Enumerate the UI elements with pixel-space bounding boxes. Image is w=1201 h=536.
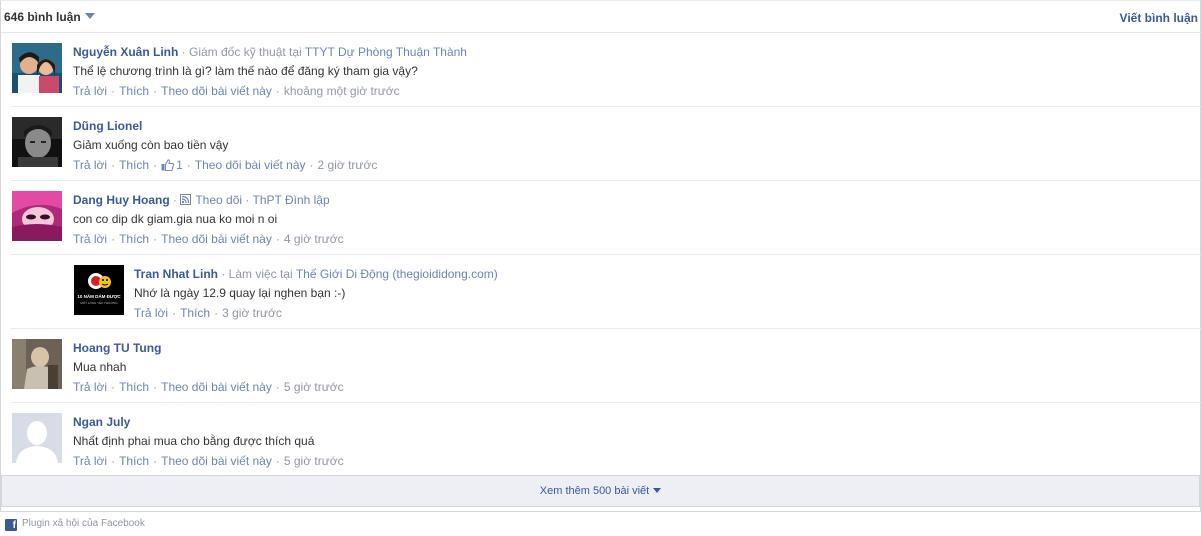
reply-link[interactable]: Trả lời [73, 158, 107, 172]
follow-post-link[interactable]: Theo dõi bài viết này [161, 84, 272, 98]
follow-post-link[interactable]: Theo dõi bài viết này [161, 232, 272, 246]
facebook-icon: f [5, 519, 17, 531]
follow-post-link[interactable]: Theo dõi bài viết này [195, 158, 306, 172]
footer-label[interactable]: Plugin xã hội của Facebook [22, 518, 145, 529]
comment-text: Nhất định phai mua cho bằng được thích q… [73, 434, 315, 448]
comment-actions: Trả lời · Thích · Theo dõi bài viết này · 5 gi… [73, 380, 344, 394]
comment-item: Dũng Lionel Giảm xuống còn bao tiền vậy … [11, 107, 1201, 181]
comment-item: Hoang TU Tung Mua nhah Trả lời · Thích · The… [11, 329, 1201, 403]
follow-post-link[interactable]: Theo dõi bài viết này [161, 380, 272, 394]
author-meta-prefix: · Giám đốc kỹ thuật tại [178, 45, 305, 59]
comment-body: Dang Huy Hoang · Theo dõi · ThPT Đình lậ… [73, 192, 1201, 247]
author-meta-prefix: · Làm việc tại [218, 267, 296, 281]
thumbs-up-icon [161, 159, 175, 171]
avatar[interactable] [12, 413, 62, 463]
like-link[interactable]: Thích [119, 380, 149, 394]
author-name[interactable]: Hoang TU Tung [73, 341, 161, 355]
comment-time[interactable]: 4 giờ trước [284, 232, 344, 246]
comment-item: Nguyễn Xuân Linh · Giám đốc kỹ thuật tại… [11, 33, 1201, 107]
author-name[interactable]: Ngan July [73, 415, 130, 429]
author-workplace-link[interactable]: Thế Giới Di Động (thegioididong.com) [296, 267, 498, 281]
follow-post-link[interactable]: Theo dõi bài viết này [161, 454, 272, 468]
like-count[interactable]: 1 [161, 158, 183, 172]
comment-text: Mua nhah [73, 360, 127, 374]
author-name[interactable]: Tran Nhat Linh [134, 267, 218, 281]
chevron-down-icon [84, 13, 95, 19]
like-link[interactable]: Thích [119, 158, 149, 172]
comment-time[interactable]: 5 giờ trước [284, 454, 344, 468]
comment-text: con co dip dk giam.gia nua ko moi n oi [73, 212, 278, 226]
comment-item: Ngan July Nhất định phai mua cho bằng đư… [11, 403, 1201, 476]
follow-icon [180, 194, 192, 205]
comment-actions: Trả lời · Thích · Theo dõi bài viết này · 5 gi… [73, 454, 344, 468]
author-name[interactable]: Nguyễn Xuân Linh [73, 45, 178, 59]
comments-plugin: 646 bình luận Viết bình luận Nguyễn Xuân… [0, 0, 1201, 512]
author-name[interactable]: Dang Huy Hoang [73, 193, 170, 207]
reply-link[interactable]: Trả lời [73, 454, 107, 468]
like-link[interactable]: Thích [119, 84, 149, 98]
author-school-link[interactable]: ThPT Đình lập [253, 193, 330, 207]
comment-time[interactable]: khoảng một giờ trước [284, 84, 400, 98]
like-link[interactable]: Thích [119, 232, 149, 246]
load-more-button[interactable]: Xem thêm 500 bài viết [1, 475, 1200, 507]
comment-actions: Trả lời · Thích · Theo dõi bài viết này · khoả… [73, 84, 400, 98]
like-link[interactable]: Thích [119, 454, 149, 468]
avatar[interactable] [12, 339, 62, 389]
like-count-value: 1 [176, 158, 183, 172]
follow-link[interactable]: Theo dõi [195, 193, 242, 207]
comment-actions: Trả lời · Thích · 3 giờ trước [134, 306, 282, 320]
comment-count-dropdown[interactable]: 646 bình luận [4, 10, 95, 24]
comment-time[interactable]: 5 giờ trước [284, 380, 344, 394]
author-meta: · Giám đốc kỹ thuật tại TTYT Dự Phòng Th… [178, 45, 467, 59]
comment-time[interactable]: 2 giờ trước [318, 158, 378, 172]
comment-text: Nhớ là ngày 12.9 quay lại nghen bạn :-) [134, 286, 346, 300]
comment-item: Dang Huy Hoang · Theo dõi · ThPT Đình lậ… [11, 181, 1201, 255]
reply-link[interactable]: Trả lời [134, 306, 168, 320]
comment-body: Nguyễn Xuân Linh · Giám đốc kỹ thuật tại… [73, 44, 1201, 99]
write-comment-link[interactable]: Viết bình luận [1120, 11, 1198, 25]
reply-link[interactable]: Trả lời [73, 232, 107, 246]
avatar[interactable] [12, 117, 62, 167]
comment-body: Dũng Lionel Giảm xuống còn bao tiền vậy … [73, 118, 1201, 173]
comment-actions: Trả lời · Thích · 1 · Theo dõi bài viết này · 2 … [73, 158, 378, 172]
comment-text: Thể lệ chương trình là gì? làm thế nào đ… [73, 64, 418, 78]
facebook-plugin-footer: f Plugin xã hội của Facebook [5, 517, 145, 531]
avatar[interactable] [12, 43, 62, 93]
author-name[interactable]: Dũng Lionel [73, 119, 142, 133]
avatar[interactable] [12, 191, 62, 241]
comment-body: Hoang TU Tung Mua nhah Trả lời · Thích · The… [73, 340, 1201, 395]
avatar[interactable]: 10 NĂM DÁM ĐƯỢC MỘT LÒNG YÊU THƯƠNG [74, 265, 124, 315]
comment-time[interactable]: 3 giờ trước [222, 306, 282, 320]
reply-item: 10 NĂM DÁM ĐƯỢC MỘT LÒNG YÊU THƯƠNG Tran… [11, 255, 1201, 329]
load-more-label: Xem thêm 500 bài viết [539, 485, 650, 497]
reply-link[interactable]: Trả lời [73, 380, 107, 394]
like-link[interactable]: Thích [180, 306, 210, 320]
avatar-lettering: 10 NĂM DÁM ĐƯỢC [77, 294, 121, 299]
comment-count-label: 646 bình luận [4, 10, 81, 24]
reply-link[interactable]: Trả lời [73, 84, 107, 98]
comment-body: Ngan July Nhất định phai mua cho bằng đư… [73, 414, 1201, 469]
reply-body: Tran Nhat Linh · Làm việc tại Thế Giới D… [134, 266, 1201, 321]
avatar-sublettering: MỘT LÒNG YÊU THƯƠNG [80, 301, 118, 305]
author-workplace-link[interactable]: TTYT Dự Phòng Thuận Thành [305, 45, 467, 59]
comment-actions: Trả lời · Thích · Theo dõi bài viết này · 4 gi… [73, 232, 344, 246]
comments-header: 646 bình luận Viết bình luận [1, 1, 1201, 33]
comment-text: Giảm xuống còn bao tiền vậy [73, 138, 229, 152]
chevron-down-icon [653, 488, 662, 493]
